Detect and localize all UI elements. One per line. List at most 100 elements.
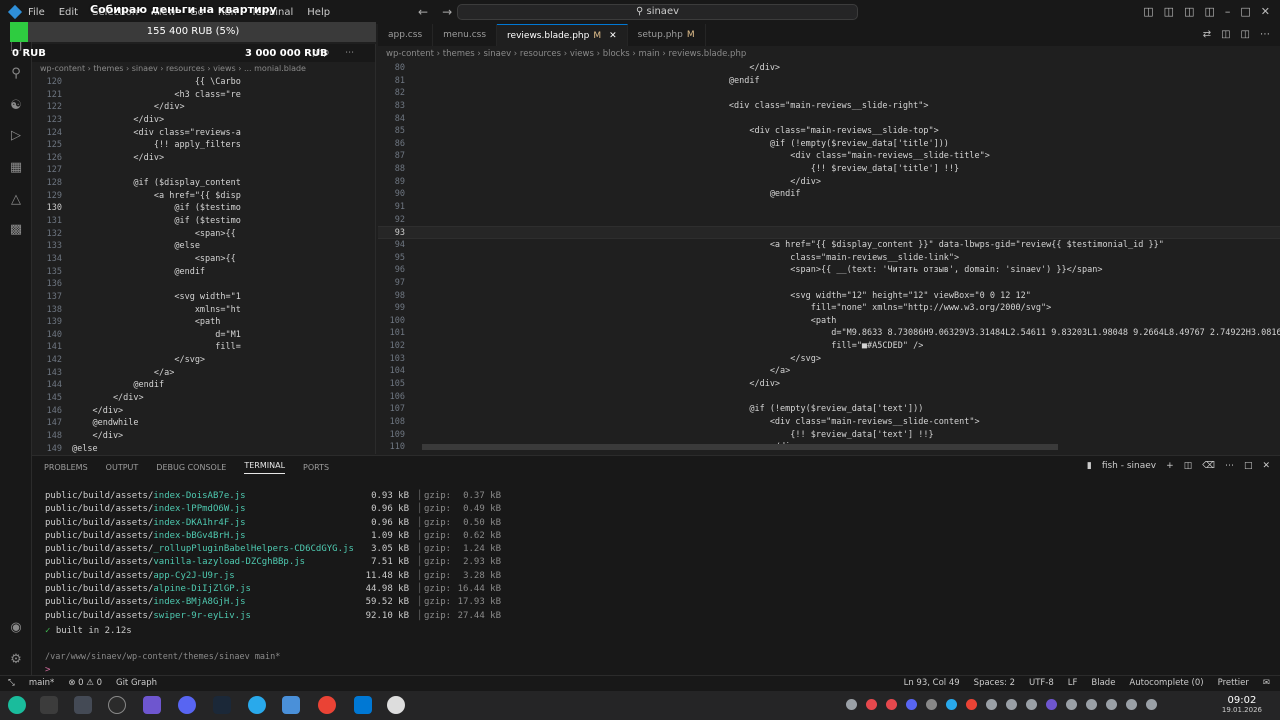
back-arrow-icon[interactable]: ← — [418, 5, 428, 19]
kdeconnect-icon[interactable] — [1046, 699, 1057, 710]
code-line[interactable]: 146 </div> — [32, 405, 375, 418]
notifications-icon[interactable]: ✉ — [1263, 678, 1270, 688]
code-line[interactable]: 145 </div> — [32, 392, 375, 405]
code-line[interactable]: 124 <div class="reviews-a — [32, 127, 375, 140]
horizontal-scrollbar[interactable] — [422, 444, 1058, 450]
right-breadcrumb[interactable]: wp-content › themes › sinaev › resources… — [378, 46, 1280, 62]
compare-icon[interactable]: ⇄ — [1203, 29, 1211, 40]
split-terminal-icon[interactable]: ◫ — [1184, 461, 1193, 471]
code-line[interactable]: 100 <path — [378, 315, 1280, 328]
workspace-icon[interactable] — [40, 696, 58, 714]
code-line[interactable]: 147 @endwhile — [32, 417, 375, 430]
secondary-sidebar-icon[interactable]: ◫ — [1204, 5, 1214, 18]
code-line[interactable]: 137 <svg width="1 — [32, 291, 375, 304]
code-line[interactable]: 82 — [378, 87, 1280, 100]
code-line[interactable]: 105 </div> — [378, 378, 1280, 391]
code-line[interactable]: 131 @if ($testimo — [32, 215, 375, 228]
code-line[interactable]: 102 fill="■#A5CDED" /> — [378, 340, 1280, 353]
tab-app-css[interactable]: app.css — [378, 24, 434, 46]
code-line[interactable]: 138 xmlns="ht — [32, 304, 375, 317]
trash-icon[interactable]: ⌫ — [1202, 461, 1215, 471]
record-alt-icon[interactable] — [886, 699, 897, 710]
problems-indicator[interactable]: ⊗ 0 ⚠ 0 — [68, 678, 102, 688]
right-code-area[interactable]: 80 </div> 81 @endif 82 83 <div class="main-… — [378, 62, 1280, 454]
code-line[interactable]: 95 class="main-reviews__slide-link"> — [378, 252, 1280, 265]
discord-icon[interactable] — [178, 696, 196, 714]
git-graph-button[interactable]: Git Graph — [116, 678, 157, 688]
code-line[interactable]: 94 <a href="{{ $display_content }}" data… — [378, 239, 1280, 252]
code-line[interactable]: 83 <div class="main-reviews__slide-right… — [378, 100, 1280, 113]
code-line[interactable]: 125 {!! apply_filters — [32, 139, 375, 152]
code-line[interactable]: 99 fill="none" xmlns="http://www.w3.org/… — [378, 302, 1280, 315]
encoding[interactable]: UTF-8 — [1029, 678, 1054, 688]
split-editor-icon[interactable]: ◫ — [1241, 29, 1250, 40]
code-line[interactable]: 96 <span>{{ __(text: 'Читать отзыв', dom… — [378, 264, 1280, 277]
open-changes-icon[interactable]: ◫ — [1221, 29, 1230, 40]
account-icon[interactable]: ◉ — [8, 620, 24, 636]
forward-arrow-icon[interactable]: → — [442, 5, 452, 19]
steam-tray-icon[interactable] — [926, 699, 937, 710]
chrome-icon[interactable] — [318, 696, 336, 714]
sidebar-toggle-icon[interactable]: ◫ — [1164, 5, 1174, 18]
start-menu-icon[interactable] — [8, 696, 26, 714]
code-line[interactable]: 80 </div> — [378, 62, 1280, 75]
tab-ports[interactable]: PORTS — [303, 463, 329, 472]
wifi-icon[interactable] — [1126, 699, 1137, 710]
more-icon[interactable]: ⋯ — [345, 48, 354, 58]
testing-icon[interactable]: △ — [8, 192, 24, 208]
left-code-area[interactable]: 120 {{ \Carbo 121 <h3 class="re 122 </div>… — [32, 76, 375, 454]
indentation[interactable]: Spaces: 2 — [974, 678, 1015, 688]
telegram-icon[interactable] — [248, 696, 266, 714]
code-line[interactable]: 90 @endif — [378, 188, 1280, 201]
line-endings[interactable]: LF — [1068, 678, 1078, 688]
terminal-app-icon[interactable] — [74, 696, 92, 714]
source-control-icon[interactable]: ☯ — [8, 98, 24, 114]
code-line[interactable]: 140 d="M1 — [32, 329, 375, 342]
code-line[interactable]: 139 <path — [32, 316, 375, 329]
close-icon[interactable]: ✕ — [609, 31, 617, 41]
autocomplete-status[interactable]: Autocomplete (0) — [1129, 678, 1203, 688]
code-line[interactable]: 92 — [378, 214, 1280, 227]
steam-icon[interactable] — [213, 696, 231, 714]
code-line[interactable]: 141 fill= — [32, 341, 375, 354]
code-line[interactable]: 126 </div> — [32, 152, 375, 165]
shell-label[interactable]: fish - sinaev — [1102, 461, 1156, 471]
extensions-icon[interactable]: ▦ — [8, 160, 24, 176]
code-line[interactable]: 133 @else — [32, 240, 375, 253]
code-line[interactable]: 97 — [378, 277, 1280, 290]
browser-icon[interactable] — [108, 696, 126, 714]
media-icon[interactable] — [1086, 699, 1097, 710]
tab-menu-css[interactable]: menu.css — [433, 24, 498, 46]
update-icon[interactable] — [986, 699, 997, 710]
panel-toggle-icon[interactable]: ◫ — [1184, 5, 1194, 18]
code-line[interactable]: 93 — [378, 226, 1280, 239]
code-line[interactable]: 91 — [378, 201, 1280, 214]
close-panel-icon[interactable]: ✕ — [1262, 461, 1270, 471]
code-line[interactable]: 144 @endif — [32, 379, 375, 392]
close-icon[interactable]: ✕ — [1261, 5, 1270, 18]
command-search-box[interactable]: ⚲ sinaev — [457, 4, 858, 20]
code-line[interactable]: 129 <a href="{{ $disp — [32, 190, 375, 203]
menu-help[interactable]: Help — [307, 7, 330, 18]
code-line[interactable]: 127 — [32, 164, 375, 177]
menu-file[interactable]: File — [28, 7, 45, 18]
code-line[interactable]: 103 </svg> — [378, 353, 1280, 366]
menu-edit[interactable]: Edit — [59, 7, 78, 18]
code-line[interactable]: 104 </a> — [378, 365, 1280, 378]
tab-output[interactable]: OUTPUT — [106, 463, 139, 472]
code-line[interactable]: 89 </div> — [378, 176, 1280, 189]
code-line[interactable]: 130 @if ($testimo — [32, 202, 375, 215]
code-line[interactable]: 148 </div> — [32, 430, 375, 443]
remote-explorer-icon[interactable]: ▩ — [8, 222, 24, 238]
clipboard-icon[interactable] — [1026, 699, 1037, 710]
prettier-status[interactable]: Prettier — [1218, 678, 1249, 688]
discord-tray-icon[interactable] — [906, 699, 917, 710]
telegram-tray-icon[interactable] — [946, 699, 957, 710]
code-line[interactable]: 107 @if (!empty($review_data['text'])) — [378, 403, 1280, 416]
code-line[interactable]: 88 {!! $review_data['title'] !!} — [378, 163, 1280, 176]
bluetooth-icon[interactable] — [1066, 699, 1077, 710]
code-line[interactable]: 81 @endif — [378, 75, 1280, 88]
new-terminal-icon[interactable]: + — [1166, 461, 1174, 471]
code-line[interactable]: 85 <div class="main-reviews__slide-top"> — [378, 125, 1280, 138]
more-icon[interactable]: ⋯ — [1225, 461, 1234, 471]
